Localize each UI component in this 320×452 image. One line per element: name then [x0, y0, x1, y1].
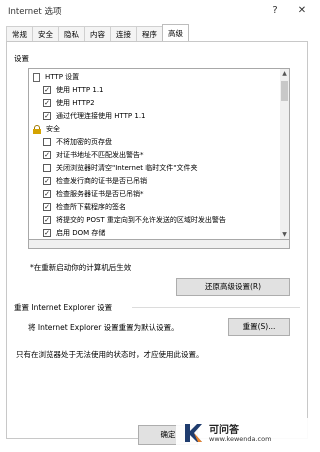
close-button[interactable]: ✕: [293, 3, 311, 19]
horizontal-scrollbar[interactable]: [28, 240, 290, 249]
list-item-check-signatures[interactable]: ✓ 检查所下载程序的签名: [43, 201, 126, 213]
page-icon: [33, 72, 40, 82]
checkbox-checked-icon[interactable]: ✓: [43, 151, 51, 159]
list-item-publisher-revocation[interactable]: ✓ 检查发行商的证书是否已吊销: [43, 175, 147, 187]
list-item-label: 安全: [46, 125, 60, 133]
checkbox-checked-icon[interactable]: ✓: [43, 177, 51, 185]
list-item-http2[interactable]: ✓ 使用 HTTP2: [43, 97, 95, 109]
tab-connections[interactable]: 连接: [110, 26, 137, 41]
tab-general[interactable]: 常规: [6, 26, 33, 41]
reset-note: 只有在浏览器处于无法使用的状态时，才应使用此设置。: [16, 350, 204, 359]
vertical-scrollbar[interactable]: ▲ ▼: [280, 69, 289, 239]
tab-security[interactable]: 安全: [32, 26, 59, 41]
scroll-thumb[interactable]: [281, 81, 288, 101]
checkbox-checked-icon[interactable]: ✓: [43, 229, 51, 237]
watermark: 可问答 www.kewenda.com: [176, 418, 316, 452]
tab-privacy[interactable]: 隐私: [58, 26, 85, 41]
list-item-empty-temp-files[interactable]: 关闭浏览器时清空"Internet 临时文件"文件夹: [43, 162, 197, 174]
list-item-cert-mismatch[interactable]: ✓ 对证书地址不匹配发出警告*: [43, 149, 144, 161]
title-bar: Internet 选项 ? ✕: [0, 0, 316, 22]
tab-content[interactable]: 内容: [84, 26, 111, 41]
restart-note: *在重新启动你的计算机后生效: [30, 263, 132, 272]
settings-list[interactable]: HTTP 设置 ✓ 使用 HTTP 1.1 ✓ 使用 HTTP2 ✓ 通过代理连…: [28, 68, 290, 240]
list-item-label: 将提交的 POST 重定向到不允许发送的区域时发出警告: [56, 216, 226, 224]
brand-logo-icon: [185, 424, 202, 442]
settings-list-items: HTTP 设置 ✓ 使用 HTTP 1.1 ✓ 使用 HTTP2 ✓ 通过代理连…: [29, 69, 281, 239]
window-title: Internet 选项: [8, 7, 62, 17]
list-item-dom-storage[interactable]: ✓ 启用 DOM 存储: [43, 227, 105, 239]
list-item-label: 使用 HTTP 1.1: [56, 86, 104, 94]
list-item-label: 使用 HTTP2: [56, 99, 95, 107]
list-item-label: 检查所下载程序的签名: [56, 203, 126, 211]
list-item-http-settings: HTTP 设置: [33, 71, 79, 83]
list-item-proxy-http11[interactable]: ✓ 通过代理连接使用 HTTP 1.1: [43, 110, 146, 122]
checkbox-checked-icon[interactable]: ✓: [43, 216, 51, 224]
list-item-label: 检查服务器证书是否已吊销*: [56, 190, 144, 198]
reset-description: 将 Internet Explorer 设置重置为默认设置。: [28, 323, 179, 332]
checkbox-checked-icon[interactable]: ✓: [43, 99, 51, 107]
checkbox-unchecked-icon[interactable]: [43, 138, 51, 146]
list-item-no-save-encrypted[interactable]: 不将加密的页存盘: [43, 136, 112, 148]
tab-programs[interactable]: 程序: [136, 26, 163, 41]
restore-advanced-button[interactable]: 还原高级设置(R): [176, 278, 290, 296]
reset-button[interactable]: 重置(S)...: [228, 318, 290, 336]
tab-strip: 常规 安全 隐私 内容 连接 程序 高级: [6, 24, 189, 42]
tab-advanced[interactable]: 高级: [162, 24, 189, 41]
checkbox-checked-icon[interactable]: ✓: [43, 203, 51, 211]
list-item-post-redirect[interactable]: ✓ 将提交的 POST 重定向到不允许发送的区域时发出警告: [43, 214, 226, 226]
list-item-label: 通过代理连接使用 HTTP 1.1: [56, 112, 146, 120]
settings-section-label: 设置: [14, 54, 29, 63]
list-item-label: 对证书地址不匹配发出警告*: [56, 151, 144, 159]
lock-icon: [33, 124, 41, 134]
checkbox-checked-icon[interactable]: ✓: [43, 86, 51, 94]
scroll-down-icon[interactable]: ▼: [280, 230, 289, 239]
watermark-url: www.kewenda.com: [209, 435, 272, 443]
list-item-server-revocation[interactable]: ✓ 检查服务器证书是否已吊销*: [43, 188, 144, 200]
checkbox-unchecked-icon[interactable]: [43, 164, 51, 172]
divider: [132, 307, 300, 308]
scroll-up-icon[interactable]: ▲: [280, 69, 289, 78]
reset-section-title: 重置 Internet Explorer 设置: [14, 303, 113, 312]
checkbox-checked-icon[interactable]: ✓: [43, 190, 51, 198]
list-item-label: 不将加密的页存盘: [56, 138, 112, 146]
checkbox-checked-icon[interactable]: ✓: [43, 112, 51, 120]
help-button[interactable]: ?: [266, 3, 284, 19]
list-item-label: HTTP 设置: [45, 73, 80, 81]
list-item-label: 检查发行商的证书是否已吊销: [56, 177, 147, 185]
list-item-label: 启用 DOM 存储: [56, 229, 106, 237]
list-item-label: 关闭浏览器时清空"Internet 临时文件"文件夹: [56, 164, 198, 172]
watermark-name: 可问答: [209, 425, 239, 436]
list-item-http11[interactable]: ✓ 使用 HTTP 1.1: [43, 84, 104, 96]
list-item-security: 安全: [33, 123, 60, 135]
